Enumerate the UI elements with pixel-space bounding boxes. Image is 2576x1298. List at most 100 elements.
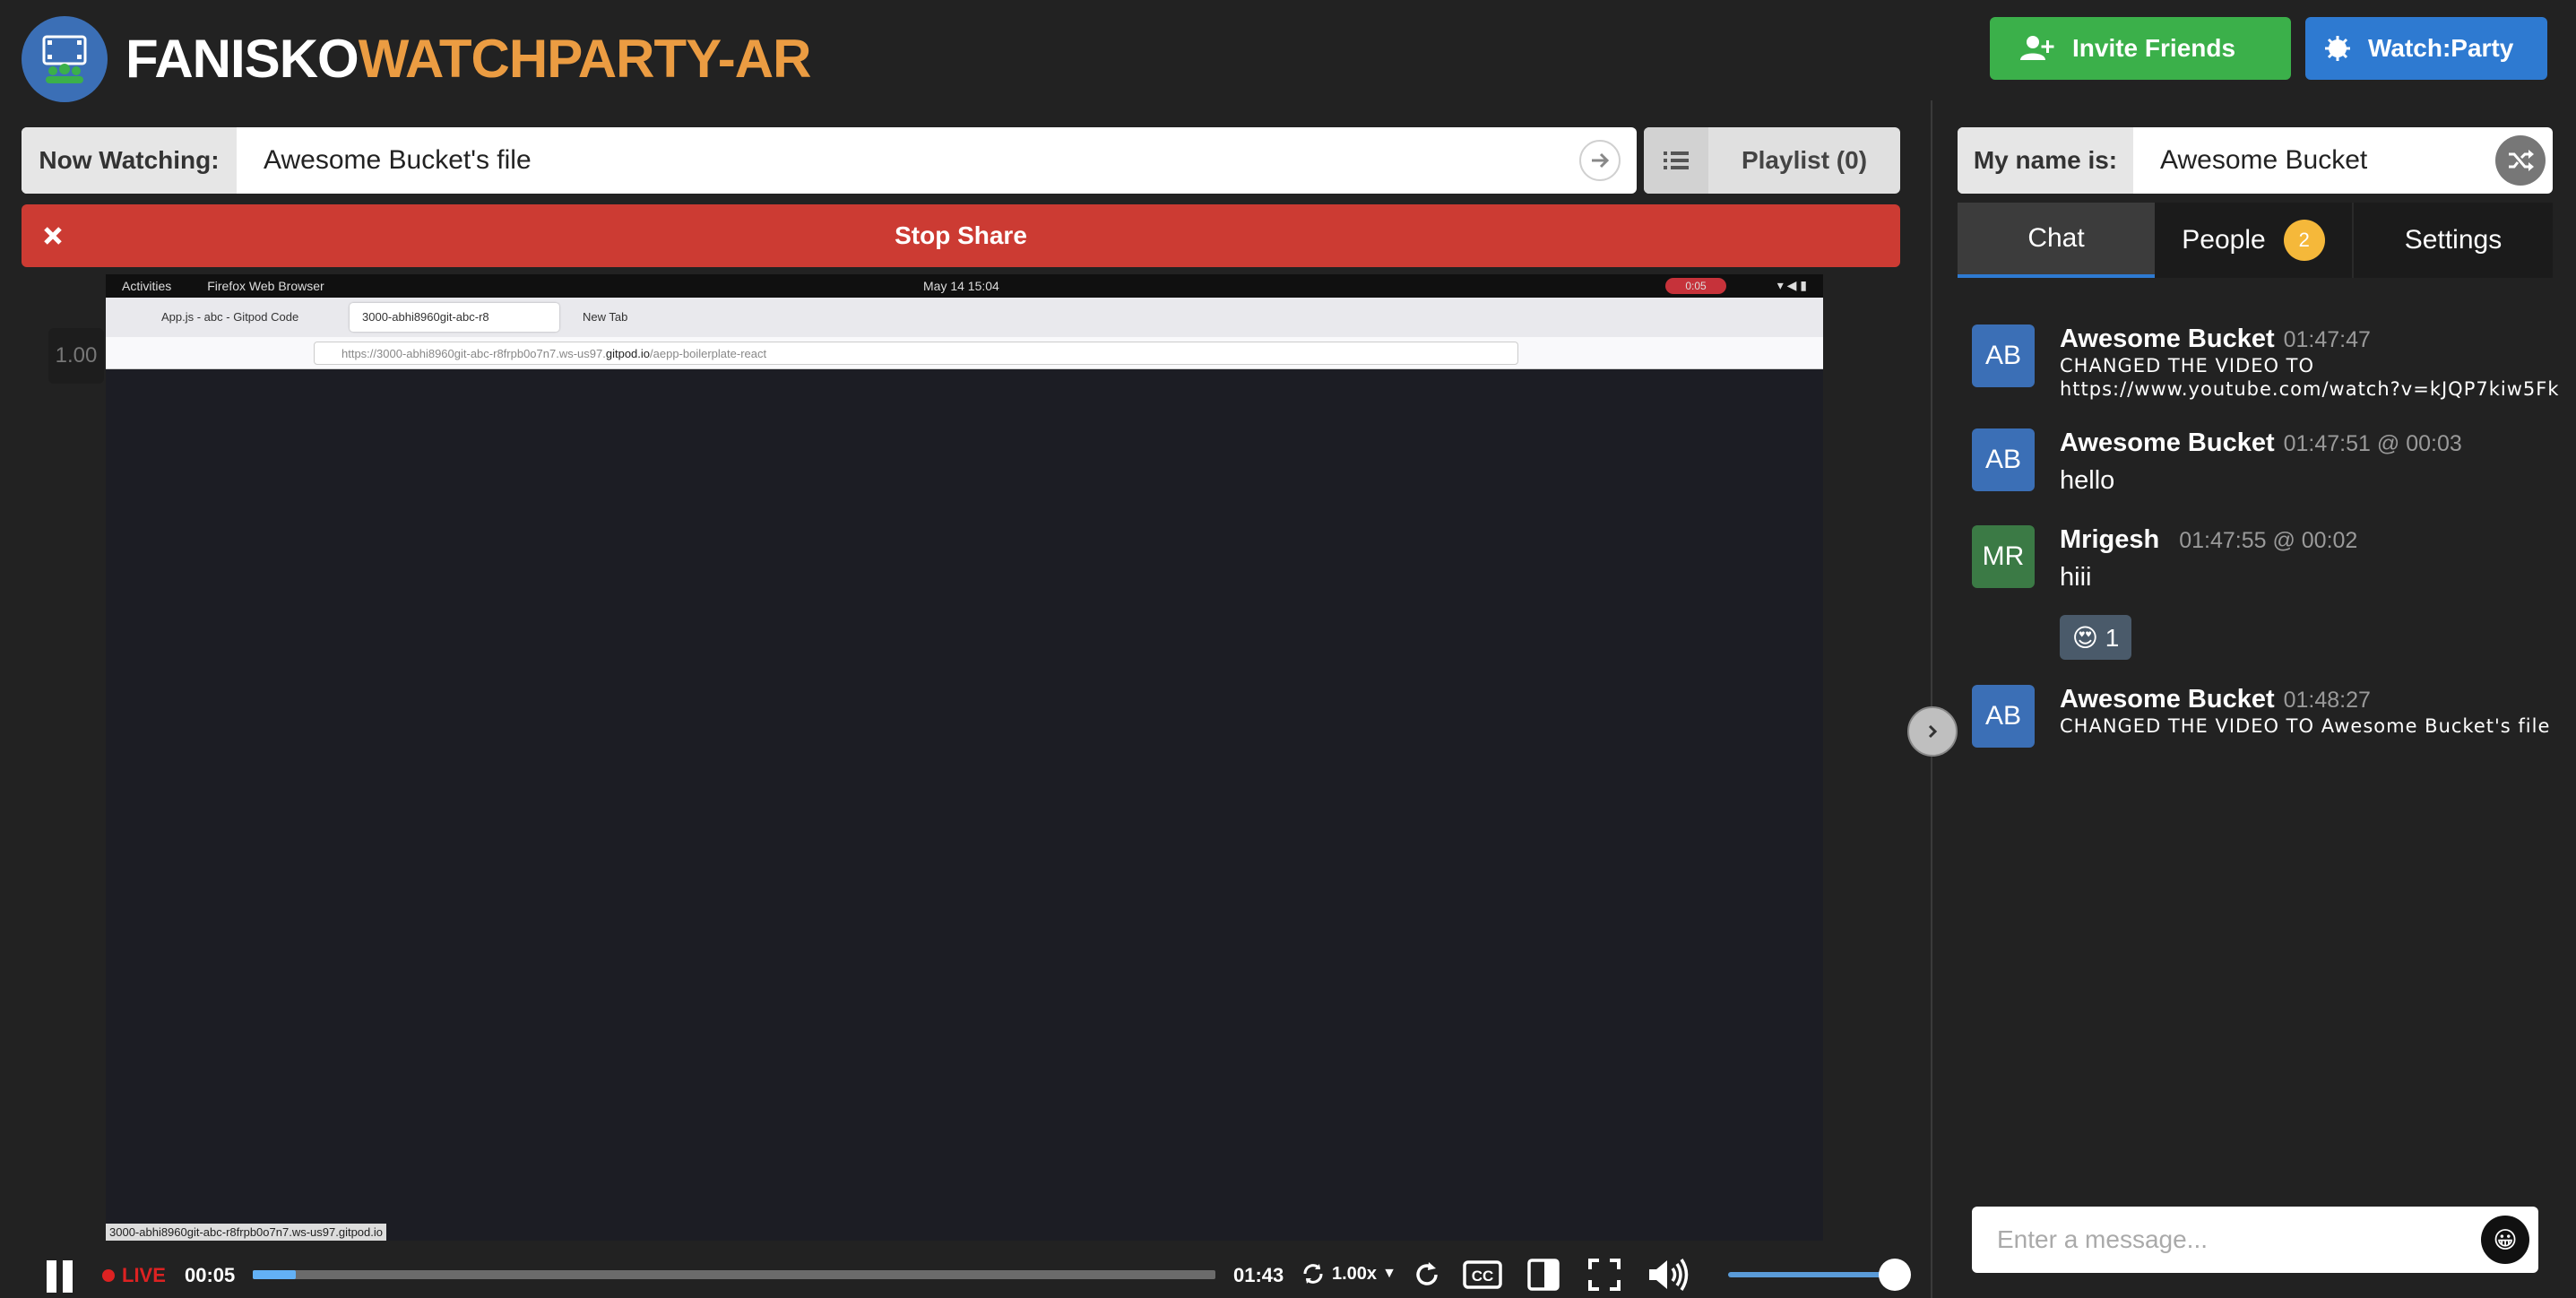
message-header: Mrigesh 01:47:55 @ 00:02 bbox=[2060, 525, 2357, 555]
message-author: Awesome Bucket bbox=[2060, 685, 2275, 714]
film-people-icon bbox=[42, 35, 87, 83]
chevron-down-icon: ▼ bbox=[1382, 1266, 1396, 1281]
name-bar: My name is: Awesome Bucket bbox=[1958, 127, 2553, 194]
message-time: 01:48:27 bbox=[2283, 688, 2371, 713]
app-title: FANISKOWATCHPARTY-AR bbox=[125, 27, 812, 91]
message-header: Awesome Bucket 01:47:47 bbox=[2060, 324, 2371, 354]
volume-icon bbox=[1649, 1259, 1689, 1291]
message-time: 01:47:47 bbox=[2283, 327, 2371, 352]
live-dot bbox=[102, 1269, 115, 1282]
live-label: LIVE bbox=[122, 1264, 166, 1286]
collapse-sidebar-button[interactable] bbox=[1907, 706, 1958, 757]
random-name-button[interactable] bbox=[2495, 135, 2546, 186]
avatar: AB bbox=[1972, 428, 2035, 491]
activities-label: Activities bbox=[122, 279, 172, 293]
svg-text:CC: CC bbox=[1472, 1268, 1494, 1285]
now-watching-label: Now Watching: bbox=[22, 127, 237, 194]
browser-tab: New Tab bbox=[583, 310, 628, 324]
fullscreen-icon bbox=[1588, 1259, 1621, 1291]
pause-icon bbox=[47, 1260, 73, 1293]
stop-share-button[interactable]: Stop Share bbox=[22, 204, 1900, 267]
message-time: 01:47:51 @ 00:03 bbox=[2283, 431, 2462, 456]
chevron-right-icon bbox=[1928, 724, 1938, 739]
name-label: My name is: bbox=[1958, 127, 2133, 194]
watchparty-button[interactable]: Watch:Party bbox=[2305, 17, 2547, 80]
browser-tab-active: 3000-abhi8960git-abc-r8 bbox=[350, 303, 559, 332]
reaction-button[interactable]: 😍 1 bbox=[2060, 615, 2131, 660]
current-time: 00:05 bbox=[185, 1264, 236, 1286]
emoji-button[interactable]: 😀 bbox=[2481, 1216, 2529, 1264]
burst-icon bbox=[2325, 36, 2350, 61]
message-header: Awesome Bucket 01:48:27 bbox=[2060, 685, 2371, 714]
list-icon bbox=[1644, 127, 1708, 194]
pause-button[interactable] bbox=[43, 1260, 77, 1293]
shuffle-icon bbox=[2509, 150, 2534, 171]
tab-people-label: People bbox=[2182, 225, 2266, 255]
record-indicator: 0:05 bbox=[1665, 278, 1726, 294]
theater-mode-button[interactable] bbox=[1527, 1259, 1560, 1291]
browser-url: https://3000-abhi8960git-abc-r8frpb0o7n7… bbox=[314, 342, 1518, 365]
message-header: Awesome Bucket 01:47:51 @ 00:03 bbox=[2060, 428, 2462, 458]
message-author: Awesome Bucket bbox=[2060, 324, 2275, 353]
logo bbox=[22, 16, 108, 102]
tab-settings[interactable]: Settings bbox=[2354, 203, 2553, 278]
chat-input-box: 😀 bbox=[1972, 1207, 2538, 1273]
seek-bar-fill bbox=[253, 1270, 297, 1279]
invite-friends-label: Invite Friends bbox=[2072, 34, 2236, 62]
sync-button[interactable] bbox=[1413, 1260, 1441, 1289]
mute-button[interactable] bbox=[1647, 1257, 1690, 1293]
volume-slider-handle[interactable] bbox=[1879, 1259, 1911, 1291]
layout-toggle-icon bbox=[1527, 1259, 1560, 1291]
playback-rate-badge: 1.00 bbox=[48, 328, 104, 384]
message-author: Awesome Bucket bbox=[2060, 428, 2275, 457]
speed-button[interactable]: 1.00x ▼ bbox=[1301, 1262, 1396, 1285]
playlist-label: Playlist (0) bbox=[1741, 146, 1868, 174]
panel-divider bbox=[1931, 100, 1932, 1298]
seek-bar[interactable] bbox=[253, 1270, 1215, 1279]
add-user-icon bbox=[2020, 36, 2054, 60]
message-text: hiii bbox=[2060, 563, 2092, 592]
closed-captions-icon: CC bbox=[1463, 1260, 1502, 1289]
message-time: 01:47:55 @ 00:02 bbox=[2179, 528, 2358, 553]
arrow-right-icon bbox=[1592, 152, 1610, 169]
tab-chat[interactable]: Chat bbox=[1958, 203, 2155, 278]
brand-part-1: FANISKO bbox=[125, 29, 359, 89]
now-watching-input[interactable]: Awesome Bucket's file bbox=[237, 145, 1579, 176]
status-url: 3000-abhi8960git-abc-r8frpb0o7n7.ws-us97… bbox=[106, 1224, 386, 1241]
browser-tab: App.js - abc - Gitpod Code bbox=[161, 310, 299, 324]
name-input[interactable]: Awesome Bucket bbox=[2133, 145, 2495, 176]
shared-screen-topbar: Activities Firefox Web Browser May 14 15… bbox=[106, 274, 1823, 298]
avatar: AB bbox=[1972, 685, 2035, 748]
system-message-line: https://www.youtube.com/watch?v=kJQP7kiw… bbox=[2060, 378, 2560, 400]
sync-icon bbox=[1303, 1264, 1323, 1284]
stop-share-label: Stop Share bbox=[895, 221, 1027, 249]
speed-label: 1.00x bbox=[1332, 1263, 1378, 1284]
app-label: Firefox Web Browser bbox=[207, 279, 324, 293]
invite-friends-button[interactable]: Invite Friends bbox=[1990, 17, 2291, 80]
brand-part-2: WATCHPARTY-AR bbox=[358, 29, 812, 89]
system-tray-icons: ▾ ◀ ▮ bbox=[1776, 278, 1807, 292]
player-controls: LIVE 00:05 01:43 1.00x ▼ CC bbox=[22, 1251, 1911, 1298]
people-count-badge: 2 bbox=[2283, 220, 2325, 261]
now-watching-bar: Now Watching: Awesome Bucket's file bbox=[22, 127, 1637, 194]
avatar: MR bbox=[1972, 525, 2035, 588]
volume-slider[interactable] bbox=[1728, 1259, 1911, 1291]
live-indicator[interactable]: LIVE bbox=[102, 1264, 166, 1287]
playlist-button[interactable]: Playlist (0) bbox=[1644, 127, 1900, 194]
emoji-icon: 😀 bbox=[2493, 1225, 2518, 1253]
fullscreen-button[interactable] bbox=[1588, 1259, 1621, 1291]
video-player[interactable]: Activities Firefox Web Browser May 14 15… bbox=[106, 274, 1823, 1241]
message-input[interactable] bbox=[1972, 1225, 2481, 1254]
go-button[interactable] bbox=[1579, 140, 1621, 181]
watchparty-label: Watch:Party bbox=[2368, 34, 2514, 62]
redo-icon bbox=[1416, 1262, 1438, 1285]
system-message-line: CHANGED THE VIDEO TO bbox=[2060, 355, 2315, 376]
duration: 01:43 bbox=[1233, 1264, 1284, 1286]
close-icon[interactable] bbox=[22, 204, 84, 267]
tab-chat-label: Chat bbox=[2027, 223, 2085, 253]
message-text: hello bbox=[2060, 466, 2115, 495]
tab-people[interactable]: People 2 bbox=[2155, 203, 2354, 278]
sidebar-tabs: Chat People 2 Settings bbox=[1958, 203, 2553, 278]
avatar: AB bbox=[1972, 324, 2035, 387]
subtitles-button[interactable]: CC bbox=[1463, 1260, 1502, 1289]
